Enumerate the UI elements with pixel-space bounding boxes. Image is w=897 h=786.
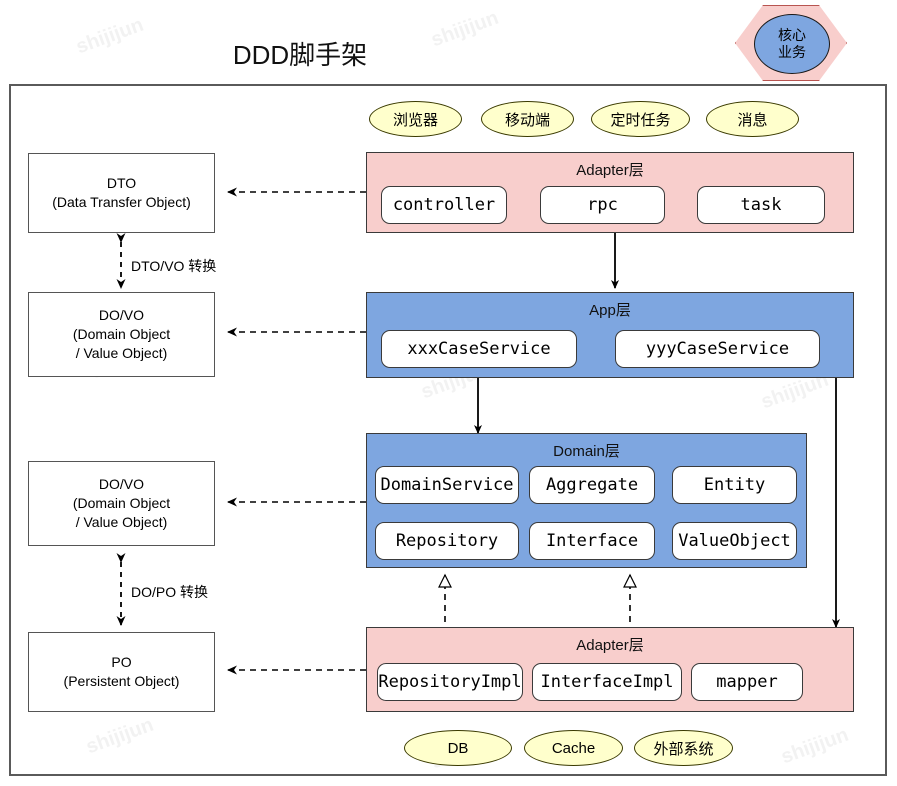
layer-title: Domain层 bbox=[553, 443, 620, 460]
layer-title: Adapter层 bbox=[576, 637, 644, 654]
objbox-line-1: DTO bbox=[106, 175, 137, 191]
chip-label: task bbox=[740, 195, 782, 215]
chip-interfaceimpl[interactable]: InterfaceImpl bbox=[532, 663, 682, 701]
object-box-dovo-lower: DO/VO (Domain Object / Value Object) bbox=[28, 461, 215, 546]
page-title: DDD脚手架 bbox=[232, 40, 368, 70]
chip-label: DomainService bbox=[380, 475, 514, 495]
chip-label: rpc bbox=[587, 195, 618, 215]
chip-rpc[interactable]: rpc bbox=[540, 186, 665, 224]
layer-adapter-top: Adapter层 controller rpc task bbox=[366, 152, 854, 233]
chip-label: xxxCaseService bbox=[407, 339, 551, 359]
chip-label: Interface bbox=[545, 531, 639, 551]
objbox-line-3: / Value Object) bbox=[75, 345, 168, 361]
chip-mapper[interactable]: mapper bbox=[691, 663, 803, 701]
objbox-line-1: DO/VO bbox=[98, 476, 145, 492]
chip-label: mapper bbox=[716, 672, 778, 692]
pill-label: 定时任务 bbox=[610, 111, 671, 129]
layer-title: Adapter层 bbox=[576, 162, 644, 179]
objbox-line-1: DO/VO bbox=[98, 307, 145, 323]
objbox-line-2: (Domain Object bbox=[72, 495, 171, 511]
label-dto-vo-conversion: DTO/VO 转换 bbox=[131, 258, 217, 274]
chip-interface[interactable]: Interface bbox=[529, 522, 655, 560]
source-pill-scheduled-task[interactable]: 定时任务 bbox=[591, 101, 690, 137]
chip-controller[interactable]: controller bbox=[381, 186, 507, 224]
object-box-dovo-upper: DO/VO (Domain Object / Value Object) bbox=[28, 292, 215, 377]
pill-label: Cache bbox=[551, 739, 596, 757]
objbox-line-2: (Persistent Object) bbox=[63, 673, 180, 689]
chip-label: RepositoryImpl bbox=[378, 672, 522, 692]
source-pill-browser[interactable]: 浏览器 bbox=[369, 101, 462, 137]
objbox-line-1: PO bbox=[111, 654, 132, 670]
layer-app: App层 xxxCaseService yyyCaseService bbox=[366, 292, 854, 378]
chip-label: Aggregate bbox=[545, 475, 639, 495]
chip-entity[interactable]: Entity bbox=[672, 466, 797, 504]
pill-label: 外部系统 bbox=[653, 740, 714, 758]
chip-label: controller bbox=[392, 195, 496, 215]
layer-adapter-bottom: Adapter层 RepositoryImpl InterfaceImpl ma… bbox=[366, 627, 854, 712]
chip-task[interactable]: task bbox=[697, 186, 825, 224]
chip-valueobject[interactable]: ValueObject bbox=[672, 522, 797, 560]
badge-line-1: 核心 bbox=[778, 27, 806, 43]
layer-domain: Domain层 DomainService Aggregate Entity R… bbox=[366, 433, 807, 568]
source-pill-cache[interactable]: Cache bbox=[524, 730, 623, 766]
object-box-dto: DTO (Data Transfer Object) bbox=[28, 153, 215, 233]
objbox-line-2: (Domain Object bbox=[72, 326, 171, 342]
core-business-badge: 核心 业务 bbox=[735, 5, 847, 81]
pill-label: DB bbox=[447, 739, 469, 757]
chip-aggregate[interactable]: Aggregate bbox=[529, 466, 655, 504]
chip-label: Repository bbox=[395, 531, 499, 551]
objbox-line-3: / Value Object) bbox=[75, 514, 168, 530]
source-pill-db[interactable]: DB bbox=[404, 730, 512, 766]
pill-label: 移动端 bbox=[504, 111, 550, 129]
badge-line-2: 业务 bbox=[778, 44, 806, 60]
objbox-line-2: (Data Transfer Object) bbox=[52, 194, 191, 210]
chip-label: ValueObject bbox=[678, 531, 791, 551]
core-business-ellipse: 核心 业务 bbox=[754, 14, 830, 74]
chip-repositoryimpl[interactable]: RepositoryImpl bbox=[377, 663, 523, 701]
chip-label: Entity bbox=[703, 475, 766, 495]
chip-label: yyyCaseService bbox=[645, 339, 790, 359]
pill-label: 消息 bbox=[737, 111, 768, 129]
source-pill-external-system[interactable]: 外部系统 bbox=[634, 730, 733, 766]
source-pill-mobile[interactable]: 移动端 bbox=[481, 101, 574, 137]
source-pill-message[interactable]: 消息 bbox=[706, 101, 799, 137]
pill-label: 浏览器 bbox=[392, 111, 438, 129]
label-do-po-conversion: DO/PO 转换 bbox=[131, 584, 209, 600]
layer-title: App层 bbox=[589, 302, 631, 319]
chip-xxxcaseservice[interactable]: xxxCaseService bbox=[381, 330, 577, 368]
chip-yyycaseservice[interactable]: yyyCaseService bbox=[615, 330, 820, 368]
chip-domainservice[interactable]: DomainService bbox=[375, 466, 519, 504]
object-box-po: PO (Persistent Object) bbox=[28, 632, 215, 712]
chip-repository[interactable]: Repository bbox=[375, 522, 519, 560]
chip-label: InterfaceImpl bbox=[540, 672, 674, 692]
